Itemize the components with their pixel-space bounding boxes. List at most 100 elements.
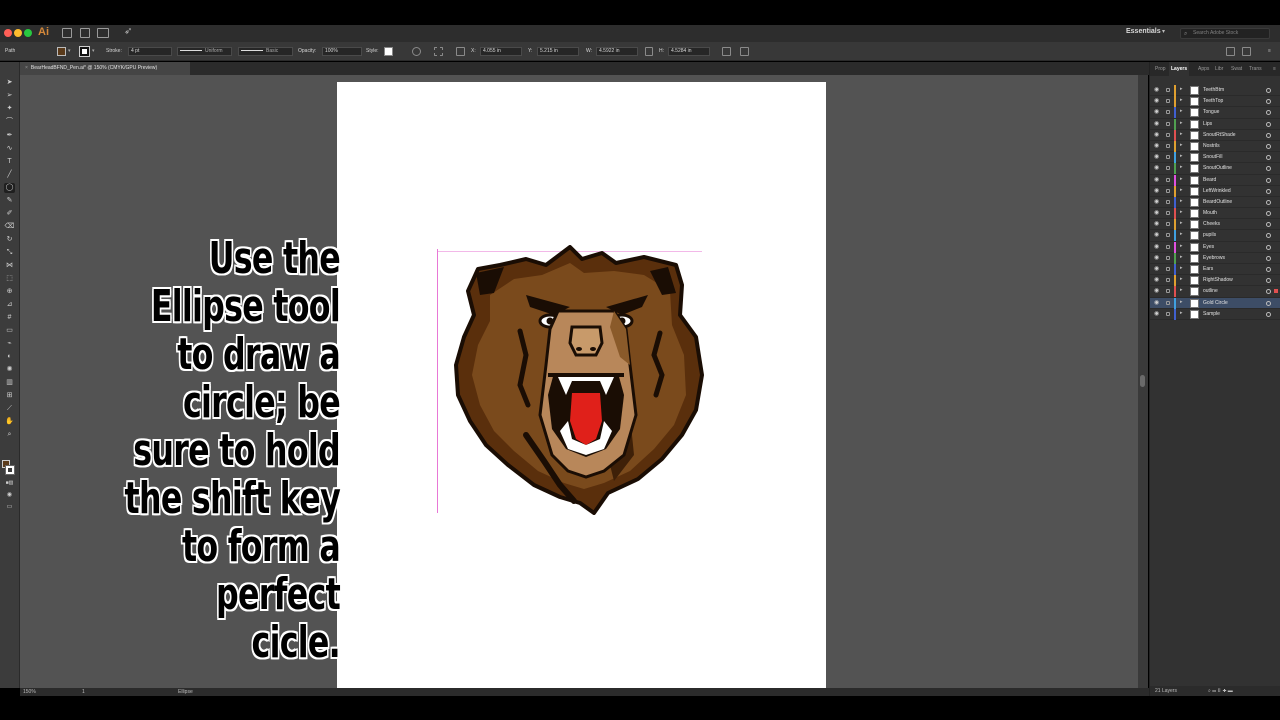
artboard-tool-icon[interactable]: ⊞ — [4, 391, 15, 401]
tab-swatches[interactable]: Swat — [1229, 62, 1244, 76]
selection-indicator[interactable] — [1274, 289, 1278, 294]
blend-tool-icon[interactable]: ◐ — [4, 352, 15, 362]
visibility-eye-icon[interactable]: ◉ — [1154, 86, 1159, 93]
lock-icon[interactable] — [1166, 110, 1170, 115]
expand-arrow-icon[interactable]: ▸ — [1180, 220, 1183, 226]
visibility-eye-icon[interactable]: ◉ — [1154, 120, 1159, 127]
tab-layers[interactable]: Layers — [1169, 62, 1190, 76]
lock-icon[interactable] — [1166, 267, 1170, 271]
brush-definition[interactable]: Basic — [238, 47, 293, 56]
opacity-field[interactable]: 100% — [322, 47, 362, 56]
lock-icon[interactable] — [1166, 222, 1170, 227]
lock-icon[interactable] — [1166, 255, 1170, 260]
transform-icon[interactable] — [722, 47, 731, 56]
target-circle-icon[interactable] — [1266, 222, 1271, 228]
visibility-eye-icon[interactable]: ◉ — [1154, 310, 1159, 317]
ellipse-tool-icon[interactable]: ◯ — [4, 183, 15, 193]
layer-row[interactable]: ◉ ▸ Nostrils — [1150, 140, 1280, 153]
width-tool-icon[interactable]: ⋈ — [4, 261, 15, 271]
layer-row[interactable]: ◉ ▸ Ears — [1150, 264, 1280, 276]
direct-selection-tool-icon[interactable]: ➢ — [4, 91, 15, 101]
layer-row[interactable]: ◉ ▸ Tongue — [1150, 107, 1280, 119]
target-circle-icon[interactable] — [1266, 132, 1271, 138]
layer-row[interactable]: ◉ ▸ SnoutRtShade — [1150, 129, 1280, 141]
layer-row[interactable]: ◉ ▸ Cheeks — [1150, 219, 1280, 231]
type-tool-icon[interactable]: T — [4, 157, 15, 167]
visibility-eye-icon[interactable]: ◉ — [1154, 187, 1159, 194]
target-circle-icon[interactable] — [1266, 255, 1271, 261]
tab-libraries[interactable]: Libr — [1213, 62, 1225, 76]
lock-icon[interactable] — [1166, 88, 1170, 92]
layer-row[interactable]: ◉ ▸ outline — [1150, 286, 1280, 298]
target-circle-icon[interactable] — [1266, 88, 1271, 93]
mesh-tool-icon[interactable]: # — [4, 313, 15, 323]
target-circle-icon[interactable] — [1266, 177, 1271, 183]
expand-arrow-icon[interactable]: ▸ — [1180, 187, 1183, 193]
layer-row[interactable]: ◉ ▸ Eyebrows — [1150, 252, 1280, 264]
target-circle-icon[interactable] — [1266, 278, 1271, 284]
visibility-eye-icon[interactable]: ◉ — [1154, 254, 1159, 261]
bridge-icon[interactable] — [62, 28, 72, 38]
expand-arrow-icon[interactable]: ▸ — [1180, 276, 1183, 282]
layer-name[interactable]: Nostrils — [1203, 143, 1220, 149]
canvas[interactable]: Use the Ellipse tool to draw a circle; b… — [20, 75, 1138, 688]
target-circle-icon[interactable] — [1266, 267, 1271, 272]
draw-mode-icon[interactable]: ◉ — [4, 490, 15, 500]
layer-row[interactable]: ◉ ▸ Beard — [1150, 174, 1280, 186]
adobe-stock-search-input[interactable]: ⌕ Search Adobe Stock — [1180, 28, 1270, 39]
expand-arrow-icon[interactable]: ▸ — [1180, 120, 1183, 126]
artboard-number[interactable]: 1 — [82, 688, 85, 696]
free-transform-tool-icon[interactable]: ⬚ — [4, 274, 15, 284]
stock-icon[interactable] — [80, 28, 90, 38]
layer-name[interactable]: BeardOutline — [1203, 199, 1232, 205]
expand-arrow-icon[interactable]: ▸ — [1180, 254, 1183, 260]
visibility-eye-icon[interactable]: ◉ — [1154, 287, 1159, 294]
target-circle-icon[interactable] — [1266, 188, 1271, 194]
layer-name[interactable]: Eyebrows — [1203, 255, 1225, 261]
target-circle-icon[interactable] — [1266, 166, 1271, 172]
layer-name[interactable]: Cheeks — [1203, 221, 1220, 227]
recolor-artwork-icon[interactable] — [412, 47, 421, 56]
layer-row[interactable]: ◉ ▸ SnoutOutline — [1150, 163, 1280, 175]
layer-name[interactable]: TeethTop — [1203, 98, 1223, 104]
layer-name[interactable]: SnoutOutline — [1203, 165, 1232, 171]
layer-row[interactable]: ◉ ▸ pupils — [1150, 230, 1280, 242]
close-window-button[interactable] — [4, 29, 12, 37]
expand-arrow-icon[interactable]: ▸ — [1180, 243, 1183, 249]
target-circle-icon[interactable] — [1266, 311, 1271, 317]
target-circle-icon[interactable] — [1266, 244, 1271, 250]
visibility-eye-icon[interactable]: ◉ — [1154, 220, 1159, 227]
visibility-eye-icon[interactable]: ◉ — [1154, 276, 1159, 283]
layer-name[interactable]: Lips — [1203, 121, 1212, 127]
expand-arrow-icon[interactable]: ▸ — [1180, 142, 1183, 148]
layer-row[interactable]: ◉ ▸ BeardOutline — [1150, 196, 1280, 209]
blob-brush-tool-icon[interactable]: ✐ — [4, 209, 15, 219]
expand-arrow-icon[interactable]: ▸ — [1180, 209, 1183, 215]
perspective-grid-tool-icon[interactable]: ⊿ — [4, 300, 15, 310]
layer-name[interactable]: LeftWrinkled — [1203, 188, 1231, 194]
line-tool-icon[interactable]: ╱ — [4, 170, 15, 180]
minimize-window-button[interactable] — [14, 29, 22, 37]
paintbrush-tool-icon[interactable]: ✎ — [4, 196, 15, 206]
panel-footer-actions[interactable]: ⌕ ▭ ▯ ✚ ▬ — [1208, 686, 1233, 696]
target-circle-icon[interactable] — [1266, 121, 1271, 127]
lock-icon[interactable] — [1166, 278, 1170, 283]
reference-point-icon[interactable] — [456, 47, 465, 56]
visibility-eye-icon[interactable]: ◉ — [1154, 265, 1159, 272]
layer-row[interactable]: ◉ ▸ Lips — [1150, 118, 1280, 130]
color-mode-icon[interactable]: ■▨ — [4, 478, 15, 488]
visibility-eye-icon[interactable]: ◉ — [1154, 97, 1159, 104]
lock-icon[interactable] — [1166, 166, 1170, 171]
layer-row[interactable]: ◉ ▸ TeethTop — [1150, 96, 1280, 108]
expand-arrow-icon[interactable]: ▸ — [1180, 108, 1183, 114]
layer-row[interactable]: ◉ ▸ Mouth — [1150, 208, 1280, 220]
expand-arrow-icon[interactable]: ▸ — [1180, 86, 1183, 92]
layer-row[interactable]: ◉ ▸ TeethBtm — [1150, 85, 1280, 97]
lock-icon[interactable] — [1166, 211, 1170, 216]
visibility-eye-icon[interactable]: ◉ — [1154, 299, 1159, 306]
shape-builder-tool-icon[interactable]: ⊕ — [4, 287, 15, 297]
curvature-tool-icon[interactable]: ∿ — [4, 144, 15, 154]
lock-icon[interactable] — [1166, 143, 1170, 148]
layer-name[interactable]: RightShadow — [1203, 277, 1233, 283]
layer-name[interactable]: SnoutRtShade — [1203, 132, 1236, 138]
